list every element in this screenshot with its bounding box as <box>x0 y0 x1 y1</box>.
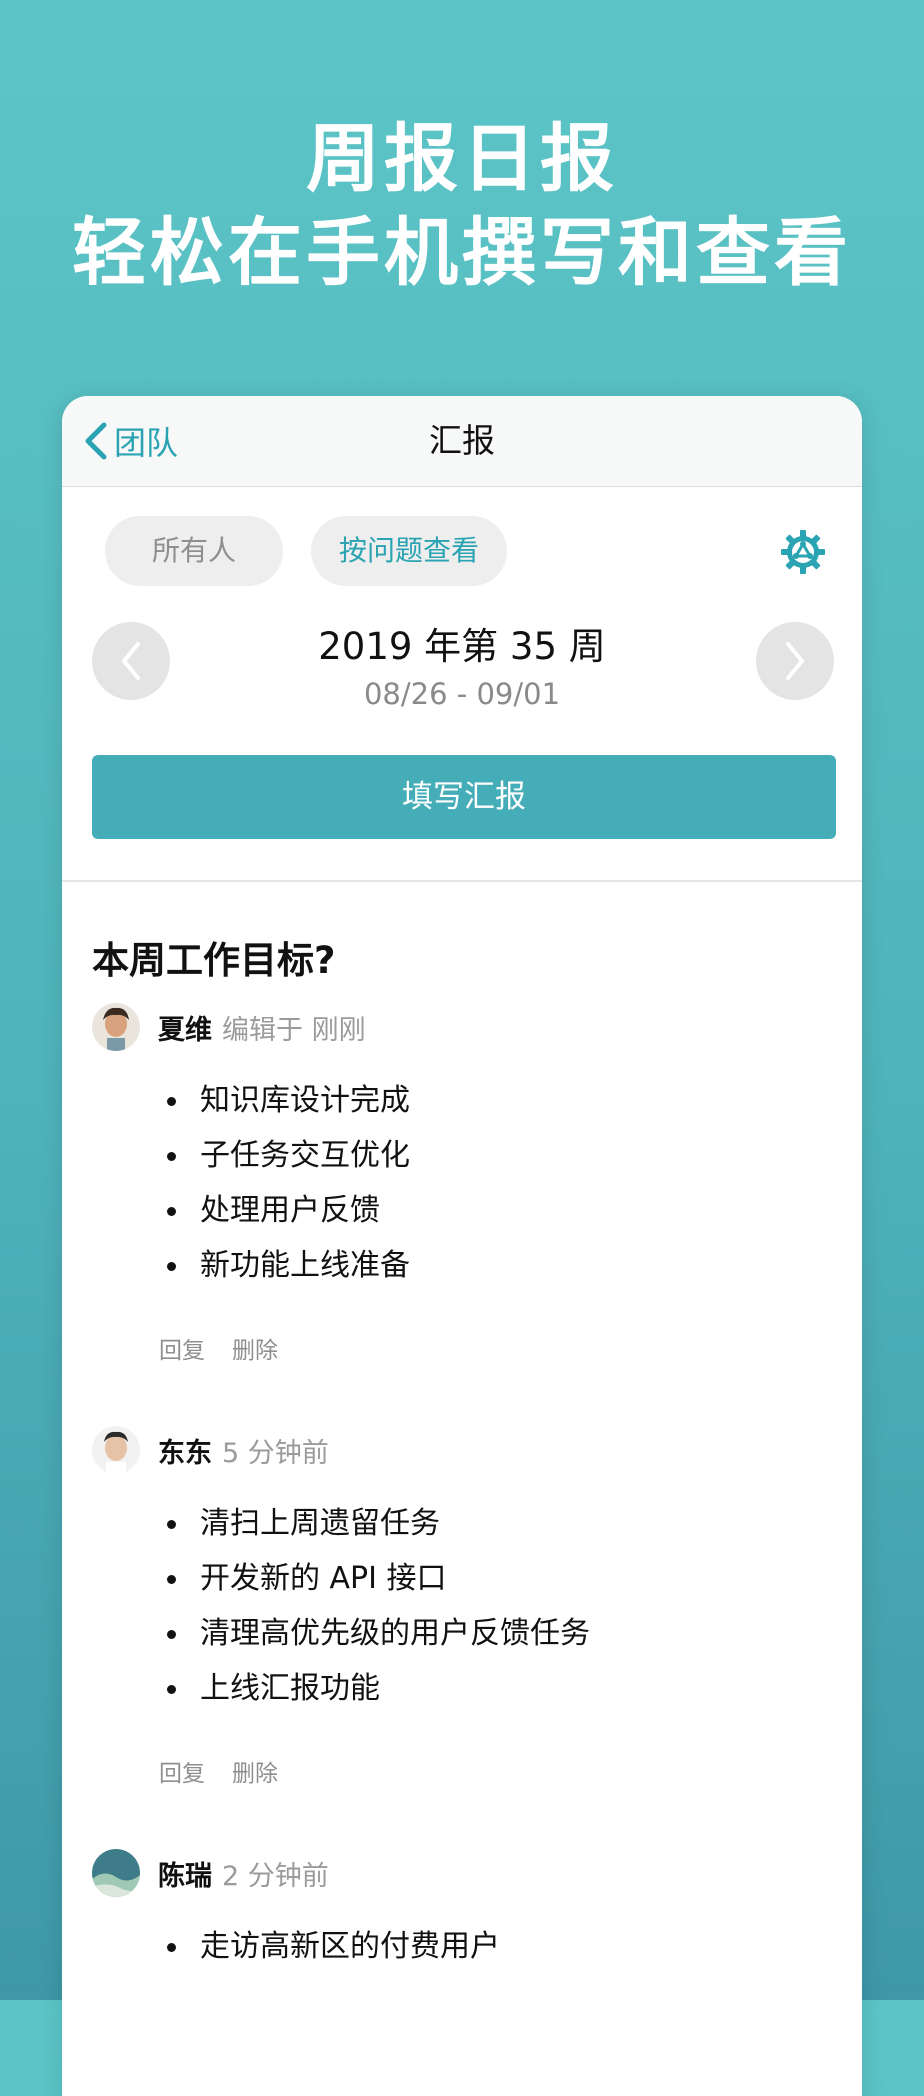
author-name: 夏维 <box>158 1014 212 1046</box>
promo-headline: 周报日报 轻松在手机撰写和查看 <box>0 112 924 300</box>
item-list: 知识库设计完成 子任务交互优化 处理用户反馈 新功能上线准备 <box>160 1073 862 1293</box>
author-name: 陈瑞 <box>158 1860 212 1892</box>
report-entry: 东东 5 分钟前 清扫上周遗留任务 开发新的 API 接口 清理高优先级的用户反… <box>62 1422 862 1788</box>
delete-button[interactable]: 删除 <box>232 1754 278 1788</box>
navigation-bar: 团队 汇报 <box>62 396 862 487</box>
list-item: 开发新的 API 接口 <box>160 1551 862 1606</box>
gear-icon[interactable] <box>780 529 826 575</box>
delete-button[interactable]: 删除 <box>232 1331 278 1365</box>
week-title: 2019 年第 35 周 <box>318 625 606 668</box>
entry-header: 夏维 编辑于 刚刚 <box>92 999 862 1055</box>
entry-timestamp: 5 分钟前 <box>222 1437 329 1469</box>
reply-button[interactable]: 回复 <box>159 1331 205 1365</box>
filter-all-people[interactable]: 所有人 <box>105 516 283 586</box>
filter-by-question[interactable]: 按问题查看 <box>311 516 507 586</box>
filter-bar: 所有人 按问题查看 <box>62 487 862 612</box>
item-list: 走访高新区的付费用户 <box>160 1919 862 1974</box>
week-navigator: 2019 年第 35 周 08/26 - 09/01 <box>62 612 862 737</box>
item-list: 清扫上周遗留任务 开发新的 API 接口 清理高优先级的用户反馈任务 上线汇报功… <box>160 1496 862 1716</box>
report-feed: 本周工作目标? 夏维 编辑于 刚刚 知识库设计完成 子任务交互优化 处理用户反馈… <box>62 936 862 1974</box>
list-item: 走访高新区的付费用户 <box>160 1919 862 1974</box>
page-title: 汇报 <box>429 421 495 460</box>
list-item: 上线汇报功能 <box>160 1661 862 1716</box>
entry-actions: 回复 删除 <box>159 1331 862 1365</box>
list-item: 清扫上周遗留任务 <box>160 1496 862 1551</box>
entry-timestamp: 编辑于 刚刚 <box>222 1014 366 1046</box>
reply-button[interactable]: 回复 <box>159 1754 205 1788</box>
promo-line-1: 周报日报 <box>306 116 618 202</box>
list-item: 处理用户反馈 <box>160 1183 862 1238</box>
next-week-button[interactable] <box>756 622 834 700</box>
question-title: 本周工作目标? <box>92 939 336 982</box>
entry-timestamp: 2 分钟前 <box>222 1860 329 1892</box>
app-screen: 团队 汇报 所有人 按问题查看 2019 年第 35 周 08/26 - 09/… <box>62 396 862 2096</box>
chevron-right-icon <box>786 642 804 680</box>
list-item: 子任务交互优化 <box>160 1128 862 1183</box>
list-item: 清理高优先级的用户反馈任务 <box>160 1606 862 1661</box>
entry-header: 东东 5 分钟前 <box>92 1422 862 1478</box>
author-name: 东东 <box>158 1437 212 1469</box>
avatar[interactable] <box>92 1426 140 1474</box>
list-item: 新功能上线准备 <box>160 1238 862 1293</box>
divider <box>62 880 862 882</box>
report-entry: 夏维 编辑于 刚刚 知识库设计完成 子任务交互优化 处理用户反馈 新功能上线准备… <box>62 999 862 1365</box>
write-report-button[interactable]: 填写汇报 <box>92 755 836 839</box>
week-date-range: 08/26 - 09/01 <box>363 677 561 711</box>
avatar[interactable] <box>92 1003 140 1051</box>
report-entry: 陈瑞 2 分钟前 走访高新区的付费用户 <box>62 1845 862 1974</box>
list-item: 知识库设计完成 <box>160 1073 862 1128</box>
entry-actions: 回复 删除 <box>159 1754 862 1788</box>
entry-header: 陈瑞 2 分钟前 <box>92 1845 862 1901</box>
avatar[interactable] <box>92 1849 140 1897</box>
promo-line-2: 轻松在手机撰写和查看 <box>72 210 852 296</box>
